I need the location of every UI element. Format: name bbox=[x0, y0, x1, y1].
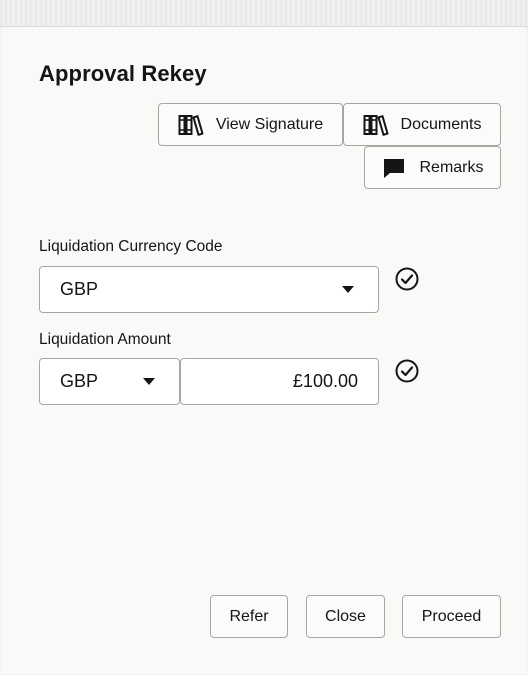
approval-rekey-dialog: Approval Rekey View Signature Documents … bbox=[1, 27, 527, 674]
speech-bubble-icon bbox=[381, 155, 407, 181]
view-signature-button[interactable]: View Signature bbox=[158, 103, 343, 146]
books-icon bbox=[178, 112, 204, 138]
liquidation-currency-code-select[interactable]: GBP bbox=[39, 266, 379, 313]
view-signature-label: View Signature bbox=[215, 115, 324, 133]
books-icon bbox=[363, 112, 389, 138]
chevron-down-icon bbox=[342, 286, 354, 293]
liquidation-amount-currency-value: GBP bbox=[60, 371, 99, 391]
liquidation-currency-code-label: Liquidation Currency Code bbox=[39, 238, 223, 255]
check-circle-icon bbox=[395, 359, 419, 383]
chevron-down-icon bbox=[143, 378, 155, 385]
liquidation-amount-input[interactable]: £100.00 bbox=[180, 358, 379, 405]
dialog-title: Approval Rekey bbox=[39, 61, 207, 86]
liquidation-currency-code-value: GBP bbox=[60, 279, 99, 299]
proceed-button[interactable]: Proceed bbox=[402, 595, 501, 638]
refer-button[interactable]: Refer bbox=[210, 595, 288, 638]
close-button[interactable]: Close bbox=[306, 595, 385, 638]
liquidation-amount-value: £100.00 bbox=[292, 371, 358, 391]
documents-label: Documents bbox=[400, 115, 482, 133]
remarks-button[interactable]: Remarks bbox=[364, 146, 501, 189]
documents-button[interactable]: Documents bbox=[343, 103, 501, 146]
liquidation-amount-label: Liquidation Amount bbox=[39, 331, 171, 348]
check-circle-icon bbox=[395, 267, 419, 291]
liquidation-amount-currency-select[interactable]: GBP bbox=[39, 358, 180, 405]
remarks-label: Remarks bbox=[419, 158, 484, 176]
top-strip bbox=[0, 0, 528, 27]
